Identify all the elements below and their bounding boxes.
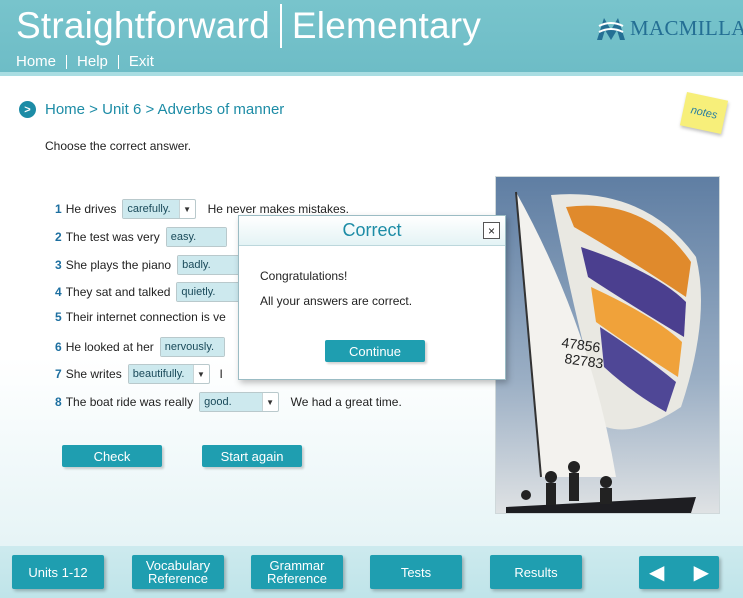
question-row: 8 The boat ride was really good. ▼ We ha… [55, 392, 402, 412]
question-after: He never makes mistakes. [207, 202, 349, 216]
sailboat-image-icon: 47856 82783 [496, 177, 719, 513]
notes-label: notes [689, 104, 719, 122]
breadcrumb-arrow-icon[interactable]: > [19, 101, 36, 118]
breadcrumb: > Home > Unit 6 > Adverbs of manner [19, 101, 284, 118]
dropdown-arrow-icon[interactable]: ▼ [178, 200, 195, 218]
question-row: 7 She writes beautifully. ▼ I [55, 364, 223, 384]
answer-select[interactable]: easy. [165, 227, 228, 247]
next-arrow-icon[interactable]: ▶ [694, 560, 709, 585]
question-before: The boat ride was really [65, 395, 194, 409]
top-nav: Home Help Exit [16, 53, 154, 70]
question-number: 8 [55, 395, 62, 409]
tab-results[interactable]: Results [490, 555, 582, 589]
brand-divider [279, 4, 282, 48]
dialog-message-1: Congratulations! [260, 269, 348, 283]
dropdown-arrow-icon[interactable]: ▼ [192, 365, 209, 383]
result-dialog: Correct × Congratulations! All your answ… [238, 215, 506, 380]
question-number: 5 [55, 310, 62, 324]
question-before: She plays the piano [65, 258, 172, 272]
question-number: 2 [55, 230, 62, 244]
tab-label-line2: Reference [148, 571, 208, 586]
continue-button[interactable]: Continue [325, 340, 425, 362]
macmillan-logo-icon [597, 18, 625, 40]
tab-tests[interactable]: Tests [370, 555, 462, 589]
answer-value: quietly. [177, 283, 246, 301]
question-after: I [219, 367, 223, 381]
nav-exit[interactable]: Exit [129, 53, 154, 70]
question-before: Their internet connection is ve [65, 310, 226, 324]
question-before: They sat and talked [65, 285, 171, 299]
answer-select[interactable]: beautifully. ▼ [127, 364, 210, 384]
answer-select[interactable]: good. ▼ [199, 392, 279, 412]
answer-value: good. [200, 393, 262, 411]
question-before: She writes [65, 367, 122, 381]
question-row: 3 She plays the piano badly. [55, 255, 248, 275]
question-after: We had a great time. [290, 395, 402, 409]
page-nav-arrows: ◀ ▶ [639, 556, 719, 589]
dropdown-arrow-icon[interactable]: ▼ [261, 393, 278, 411]
question-number: 4 [55, 285, 62, 299]
start-again-button[interactable]: Start again [202, 445, 302, 467]
nav-divider [66, 55, 68, 69]
tab-vocabulary-reference[interactable]: Vocabulary Reference [132, 555, 224, 589]
breadcrumb-text[interactable]: Home > Unit 6 > Adverbs of manner [45, 101, 284, 118]
question-number: 7 [55, 367, 62, 381]
question-row: 2 The test was very easy. [55, 227, 233, 247]
app-header: Straightforward Elementary MACMILLAN Hom… [0, 0, 743, 76]
answer-value: beautifully. [128, 365, 193, 383]
sailboat-photo: 47856 82783 [496, 177, 719, 513]
question-row: 6 He looked at her nervously. [55, 337, 231, 357]
question-before: He drives [65, 202, 117, 216]
brand-right: Elementary [291, 5, 482, 46]
answer-value: carefully. [123, 200, 179, 218]
close-icon[interactable]: × [483, 222, 500, 239]
question-before: The test was very [65, 230, 160, 244]
instruction: Choose the correct answer. [45, 139, 192, 153]
brand-title: Straightforward Elementary [16, 4, 481, 48]
answer-select[interactable]: quietly. [176, 282, 247, 302]
dialog-title: Correct [239, 216, 505, 246]
check-button[interactable]: Check [62, 445, 162, 467]
tab-label-line2: Reference [267, 571, 327, 586]
question-row: 4 They sat and talked quietly. [55, 282, 252, 302]
question-number: 3 [55, 258, 62, 272]
tab-grammar-reference[interactable]: Grammar Reference [251, 555, 343, 589]
prev-arrow-icon[interactable]: ◀ [649, 560, 664, 585]
brand-left: Straightforward [16, 5, 270, 46]
publisher-logo: MACMILLAN [596, 14, 743, 42]
tab-units[interactable]: Units 1-12 [12, 555, 104, 589]
answer-value: easy. [166, 228, 227, 246]
question-number: 6 [55, 340, 62, 354]
answer-value: nervously. [160, 338, 225, 356]
answer-value: badly. [178, 256, 241, 274]
nav-home[interactable]: Home [16, 53, 56, 70]
dialog-message-2: All your answers are correct. [260, 294, 413, 308]
question-number: 1 [55, 202, 62, 216]
nav-divider [117, 55, 119, 69]
answer-select[interactable]: nervously. [159, 337, 226, 357]
answer-select[interactable]: badly. [177, 255, 242, 275]
publisher-name: MACMILLAN [630, 15, 743, 40]
answer-select[interactable]: carefully. ▼ [122, 199, 196, 219]
question-before: He looked at her [65, 340, 154, 354]
question-row: 5 Their internet connection is ve [55, 310, 226, 324]
nav-help[interactable]: Help [77, 53, 108, 70]
